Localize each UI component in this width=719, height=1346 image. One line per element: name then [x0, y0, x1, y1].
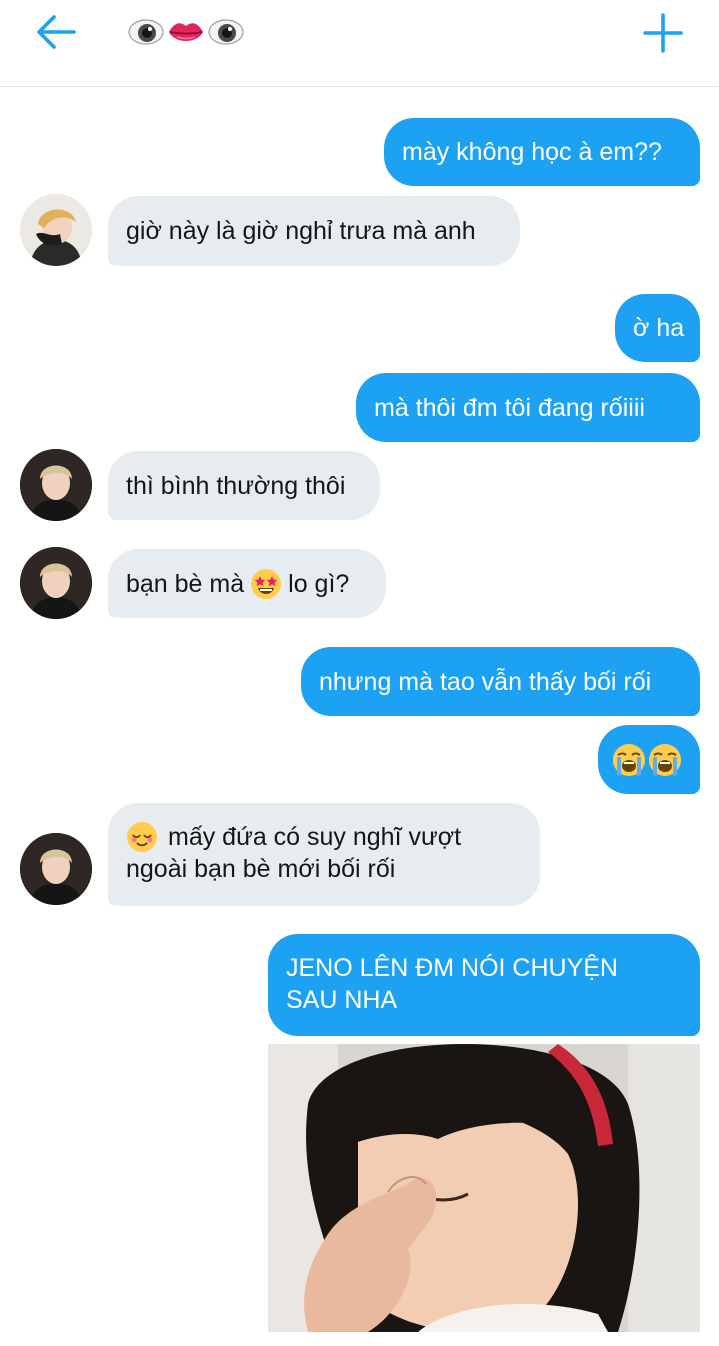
- outgoing-message[interactable]: nhưng mà tao vẫn thấy bối rối: [301, 647, 700, 716]
- avatar-photo: [20, 547, 92, 619]
- loudly-crying-emoji-icon: [649, 743, 681, 776]
- back-arrow-icon[interactable]: [34, 12, 78, 52]
- eye-emoji-icon: [128, 19, 164, 45]
- incoming-message[interactable]: thì bình thường thôi: [108, 451, 380, 520]
- star-struck-emoji-icon: [251, 568, 282, 599]
- outgoing-message[interactable]: mày không học à em??: [384, 118, 700, 186]
- incoming-message[interactable]: bạn bè mà lo gì?: [108, 549, 386, 618]
- crying-child-photo: [268, 1044, 700, 1332]
- incoming-message[interactable]: mấy đứa có suy nghĩ vượt ngoài bạn bè mớ…: [108, 803, 540, 906]
- avatar[interactable]: [20, 547, 92, 619]
- message-text: mà thôi đm tôi đang rốiiii: [374, 393, 645, 422]
- avatar[interactable]: [20, 833, 92, 905]
- message-photo[interactable]: [268, 1044, 700, 1332]
- conversation-header: [0, 0, 719, 87]
- incoming-message[interactable]: giờ này là giờ nghỉ trưa mà anh: [108, 196, 520, 266]
- avatar[interactable]: [20, 194, 92, 266]
- plus-icon[interactable]: [640, 10, 686, 56]
- message-text: bạn bè mà: [126, 569, 245, 598]
- message-text: JENO LÊN ĐM NÓI CHUYỆN: [286, 954, 618, 982]
- message-text: ngoài bạn bè mới bối rối: [126, 855, 396, 883]
- message-text: nhưng mà tao vẫn thấy bối rối: [319, 667, 652, 696]
- avatar-photo: [20, 449, 92, 521]
- message-text: lo gì?: [288, 569, 350, 598]
- message-text: ờ ha: [633, 314, 685, 342]
- relieved-emoji-icon: [127, 822, 157, 852]
- message-text: mấy đứa có suy nghĩ vượt: [168, 823, 462, 851]
- message-text: giờ này là giờ nghỉ trưa mà anh: [126, 217, 476, 245]
- outgoing-message[interactable]: JENO LÊN ĐM NÓI CHUYỆN SAU NHA: [268, 934, 700, 1036]
- loudly-crying-emoji-icon: [613, 743, 645, 776]
- message-text: mày không học à em??: [402, 138, 662, 166]
- message-text: SAU NHA: [286, 986, 398, 1014]
- avatar-photo: [20, 833, 92, 905]
- message-line: mấy đứa có suy nghĩ vượt: [126, 821, 461, 853]
- outgoing-message[interactable]: mà thôi đm tôi đang rốiiii: [356, 373, 700, 442]
- outgoing-message[interactable]: [598, 725, 700, 794]
- eye-emoji-icon: [208, 19, 244, 45]
- avatar-photo: [20, 194, 92, 266]
- conversation-title[interactable]: [127, 14, 245, 50]
- avatar[interactable]: [20, 449, 92, 521]
- lips-emoji-icon: [169, 23, 203, 41]
- outgoing-message[interactable]: ờ ha: [615, 294, 700, 362]
- message-text: thì bình thường thôi: [126, 471, 346, 500]
